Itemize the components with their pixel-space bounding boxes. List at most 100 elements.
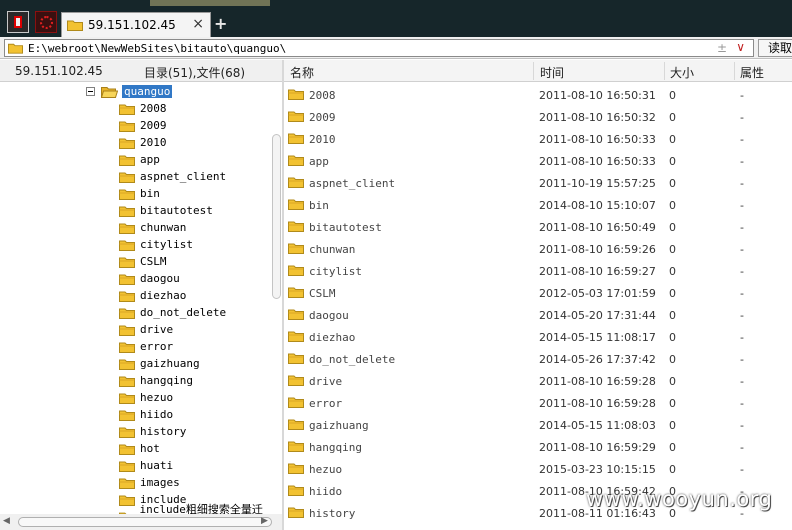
tree-node-selected[interactable]: quanguo (86, 83, 173, 100)
folder-icon (119, 223, 135, 234)
tree-item[interactable]: bitautotest (119, 202, 213, 219)
file-time: 2011-08-10 16:59:27 (539, 265, 656, 278)
tree-item[interactable]: daogou (119, 270, 180, 287)
folder-icon (119, 325, 135, 336)
file-name: 2008 (309, 89, 336, 102)
file-size: 0 (669, 133, 676, 146)
table-row[interactable]: hangqing 2011-08-10 16:59:29 0 - (284, 436, 792, 458)
column-attr[interactable]: 属性 (740, 64, 764, 81)
file-size: 0 (669, 331, 676, 344)
collapse-icon[interactable] (86, 87, 95, 96)
column-divider[interactable] (734, 62, 735, 80)
file-attr: - (740, 111, 744, 124)
site-list-button[interactable] (35, 11, 57, 33)
path-input[interactable]: E:\webroot\NewWebSites\bitauto\quanguo\ … (4, 39, 754, 57)
tree-horizontal-scrollbar[interactable]: ◀ ▶ (0, 514, 282, 530)
file-attr: - (740, 199, 744, 212)
table-row[interactable]: gaizhuang 2014-05-15 11:08:03 0 - (284, 414, 792, 436)
table-row[interactable]: 2010 2011-08-10 16:50:33 0 - (284, 128, 792, 150)
folder-icon (119, 393, 135, 404)
column-name[interactable]: 名称 (290, 64, 314, 81)
tree-item[interactable]: citylist (119, 236, 193, 253)
watermark-text: www.wooyun.org (586, 487, 773, 511)
table-row[interactable]: aspnet_client 2011-10-19 15:57:25 0 - (284, 172, 792, 194)
folder-icon (288, 286, 304, 298)
table-row[interactable]: hezuo 2015-03-23 10:15:15 0 - (284, 458, 792, 480)
tree-item[interactable]: drive (119, 321, 173, 338)
table-row[interactable]: app 2011-08-10 16:50:33 0 - (284, 150, 792, 172)
file-size: 0 (669, 441, 676, 454)
tree-item[interactable]: app (119, 151, 160, 168)
tree-item[interactable]: gaizhuang (119, 355, 200, 372)
tree-item[interactable]: diezhao (119, 287, 186, 304)
tree-item[interactable]: history (119, 423, 186, 440)
tree-item-label: gaizhuang (140, 357, 200, 370)
scrollbar-thumb[interactable] (272, 134, 281, 299)
file-attr: - (740, 177, 744, 190)
column-divider[interactable] (664, 62, 665, 80)
column-time[interactable]: 时间 (540, 64, 564, 81)
tree-item-label: aspnet_client (140, 170, 227, 183)
read-button[interactable]: 读取 (758, 39, 792, 57)
file-attr: - (740, 89, 744, 102)
folder-icon (288, 330, 304, 342)
folder-icon (288, 176, 304, 188)
file-attr: - (740, 309, 744, 322)
scrollbar-thumb[interactable] (18, 517, 272, 527)
table-row[interactable]: 2008 2011-08-10 16:50:31 0 - (284, 84, 792, 106)
bookmark-toggle-icon[interactable]: ± (717, 41, 727, 55)
file-attr: - (740, 265, 744, 278)
tree-item[interactable]: chunwan (119, 219, 186, 236)
tree-item[interactable]: images (119, 474, 180, 491)
tree-item[interactable]: hangqing (119, 372, 193, 389)
scroll-left-icon[interactable]: ◀ (3, 516, 10, 526)
close-icon[interactable]: × (192, 16, 204, 32)
terminal-icon (14, 16, 22, 28)
file-size: 0 (669, 199, 676, 212)
table-row[interactable]: 2009 2011-08-10 16:50:32 0 - (284, 106, 792, 128)
tree-item-label: include粗细搜索全量迁移 (139, 502, 263, 515)
folder-icon (288, 396, 304, 408)
column-divider[interactable] (533, 62, 534, 80)
tree-item[interactable]: hiido (119, 406, 173, 423)
table-row[interactable]: citylist 2011-08-10 16:59:27 0 - (284, 260, 792, 282)
tree-item-label: bitautotest (140, 204, 213, 217)
tree-item[interactable]: 2009 (119, 117, 167, 134)
shell-menu-button[interactable] (7, 11, 29, 33)
tree-item[interactable]: 2010 (119, 134, 167, 151)
file-name: bin (309, 199, 329, 212)
tree-item[interactable]: hezuo (119, 389, 173, 406)
table-row[interactable]: diezhao 2014-05-15 11:08:17 0 - (284, 326, 792, 348)
tree-item[interactable]: aspnet_client (119, 168, 226, 185)
tree-item[interactable]: CSLM (119, 253, 167, 270)
table-row[interactable]: bitautotest 2011-08-10 16:50:49 0 - (284, 216, 792, 238)
table-row[interactable]: bin 2014-08-10 15:10:07 0 - (284, 194, 792, 216)
tree-item[interactable]: bin (119, 185, 160, 202)
file-name: error (309, 397, 343, 410)
table-row[interactable]: daogou 2014-05-20 17:31:44 0 - (284, 304, 792, 326)
scroll-right-icon[interactable]: ▶ (261, 516, 268, 526)
tree-item[interactable]: huati (119, 457, 173, 474)
table-row[interactable]: do_not_delete 2014-05-26 17:37:42 0 - (284, 348, 792, 370)
folder-icon (8, 43, 23, 54)
file-name: hezuo (309, 463, 343, 476)
tree-item[interactable]: hot (119, 440, 160, 457)
file-size: 0 (669, 89, 676, 102)
table-row[interactable]: error 2011-08-10 16:59:28 0 - (284, 392, 792, 414)
tree-vertical-scrollbar[interactable] (271, 82, 282, 514)
table-row[interactable]: CSLM 2012-05-03 17:01:59 0 - (284, 282, 792, 304)
chevron-down-icon[interactable]: ∨ (736, 40, 745, 54)
tab-title: 59.151.102.45 (88, 18, 176, 32)
folder-icon (119, 376, 135, 387)
table-row[interactable]: drive 2011-08-10 16:59:28 0 - (284, 370, 792, 392)
folder-icon (119, 495, 135, 506)
tree-item[interactable]: error (119, 338, 173, 355)
tree-item[interactable]: do_not_delete (119, 304, 226, 321)
table-row[interactable]: chunwan 2011-08-10 16:59:26 0 - (284, 238, 792, 260)
folder-icon (288, 506, 304, 518)
add-tab-button[interactable]: + (214, 14, 227, 33)
file-size: 0 (669, 243, 676, 256)
tree-item[interactable]: 2008 (119, 100, 167, 117)
tab-remote-host[interactable]: 59.151.102.45 × (61, 12, 211, 37)
column-size[interactable]: 大小 (670, 64, 694, 81)
